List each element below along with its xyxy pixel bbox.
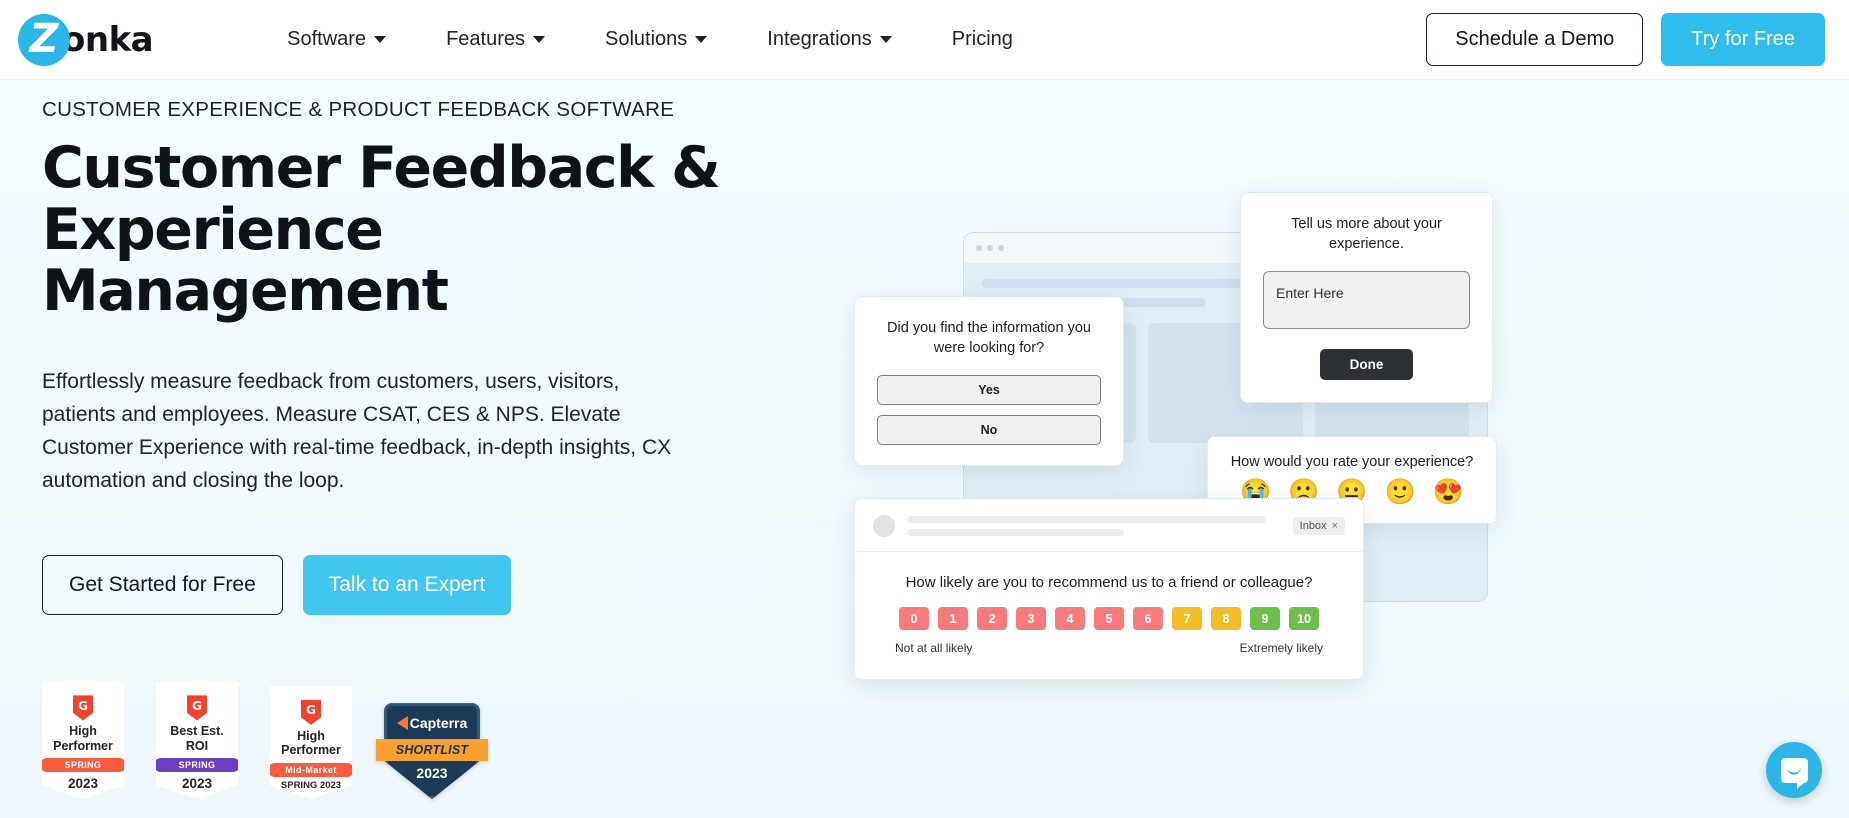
g2-logo-icon bbox=[301, 699, 321, 725]
chat-widget-button[interactable] bbox=[1766, 742, 1822, 798]
nps-label-low: Not at all likely bbox=[895, 641, 973, 655]
inbox-label: Inbox bbox=[1299, 520, 1327, 532]
nps-option-5[interactable]: 5 bbox=[1094, 607, 1124, 630]
window-dot bbox=[976, 245, 982, 251]
badge-capterra-shortlist: Capterra SHORTLIST 2023 bbox=[376, 703, 488, 800]
schedule-demo-button[interactable]: Schedule a Demo bbox=[1426, 13, 1644, 66]
logo-mark-icon: Z bbox=[18, 13, 70, 66]
nav-item-features[interactable]: Features bbox=[416, 18, 575, 61]
nps-card-header: Inbox × bbox=[855, 499, 1363, 543]
nps-scale: 0 1 2 3 4 5 6 7 8 9 10 bbox=[855, 607, 1363, 630]
badge-ribbon: SHORTLIST bbox=[376, 739, 488, 762]
feedback-text-input[interactable]: Enter Here bbox=[1263, 271, 1470, 330]
badge-g2-high-performer-mid-market: High Performer Mid-Market SPRING 2023 bbox=[270, 685, 352, 800]
award-badges: High Performer SPRING 2023 Best Est. ROI… bbox=[42, 681, 782, 800]
badge-title: Best Est. ROI bbox=[170, 724, 224, 753]
avatar bbox=[873, 515, 895, 537]
badge-ribbon: SPRING bbox=[156, 758, 238, 773]
hero-cta-group: Get Started for Free Talk to an Expert bbox=[42, 555, 782, 616]
nav-label: Integrations bbox=[767, 28, 872, 50]
answer-yes-button[interactable]: Yes bbox=[877, 375, 1101, 406]
g2-logo-icon bbox=[73, 695, 93, 721]
g2-logo-icon bbox=[187, 695, 207, 721]
badge-subtitle: SPRING 2023 bbox=[280, 779, 342, 791]
chevron-down-icon bbox=[374, 36, 387, 43]
question-text: Did you find the information you were lo… bbox=[887, 320, 1091, 356]
skeleton-line bbox=[907, 529, 1124, 536]
nps-option-4[interactable]: 4 bbox=[1055, 607, 1085, 630]
nav-label: Pricing bbox=[951, 28, 1013, 50]
badge-ribbon: Mid-Market bbox=[270, 762, 352, 777]
page-root: Z onka Software Features Solutions Integ… bbox=[0, 0, 1849, 818]
done-button[interactable]: Done bbox=[1319, 349, 1414, 381]
badge-title: High Performer bbox=[281, 728, 341, 758]
question-text: How likely are you to recommend us to a … bbox=[905, 574, 1313, 591]
nps-option-2[interactable]: 2 bbox=[977, 607, 1007, 630]
nps-option-9[interactable]: 9 bbox=[1250, 607, 1280, 630]
capterra-arrow-icon bbox=[396, 716, 408, 731]
nav-label: Features bbox=[446, 28, 525, 50]
nps-option-6[interactable]: 6 bbox=[1133, 607, 1163, 630]
nav-label: Software bbox=[287, 28, 367, 50]
chevron-down-icon bbox=[533, 36, 545, 43]
smile-icon bbox=[1787, 767, 1801, 774]
window-dot bbox=[998, 245, 1004, 251]
capterra-brand: Capterra bbox=[384, 715, 480, 731]
site-header: Z onka Software Features Solutions Integ… bbox=[0, 0, 1849, 80]
badge-ribbon: SPRING bbox=[42, 758, 124, 773]
nav-item-solutions[interactable]: Solutions bbox=[575, 18, 737, 61]
hero-illustration: Did you find the information you were lo… bbox=[820, 80, 1849, 818]
nps-option-0[interactable]: 0 bbox=[899, 607, 929, 630]
zonka-logo[interactable]: Z onka bbox=[18, 13, 154, 66]
nps-option-3[interactable]: 3 bbox=[1016, 607, 1046, 630]
skeleton-text-lines bbox=[907, 516, 1281, 536]
page-title: Customer Feedback & Experience Managemen… bbox=[42, 135, 782, 325]
window-dot bbox=[987, 245, 993, 251]
badge-title: High Performer bbox=[53, 724, 113, 753]
badge-g2-best-est-roi: Best Est. ROI SPRING 2023 bbox=[156, 681, 238, 800]
try-for-free-button[interactable]: Try for Free bbox=[1661, 13, 1825, 66]
hero-subtitle: Effortlessly measure feedback from custo… bbox=[42, 369, 672, 493]
logo-letter: Z bbox=[29, 15, 59, 62]
survey-card-find-info: Did you find the information you were lo… bbox=[854, 296, 1124, 467]
get-started-free-button[interactable]: Get Started for Free bbox=[42, 555, 283, 616]
nps-option-1[interactable]: 1 bbox=[938, 607, 968, 630]
nps-option-8[interactable]: 8 bbox=[1211, 607, 1241, 630]
chevron-down-icon bbox=[695, 36, 708, 43]
nav-label: Solutions bbox=[605, 28, 688, 50]
chat-bubble-icon bbox=[1780, 757, 1808, 789]
badge-year: 2023 bbox=[67, 776, 99, 792]
hero-copy: CUSTOMER EXPERIENCE & PRODUCT FEEDBACK S… bbox=[42, 98, 782, 800]
capterra-label: Capterra bbox=[409, 715, 468, 732]
talk-to-expert-button[interactable]: Talk to an Expert bbox=[302, 555, 512, 616]
nps-option-10[interactable]: 10 bbox=[1289, 607, 1319, 630]
nav-item-pricing[interactable]: Pricing bbox=[922, 18, 1043, 61]
question-text: Tell us more about your experience. bbox=[1291, 216, 1442, 252]
answer-no-button[interactable]: No bbox=[877, 415, 1101, 446]
question-text: How would you rate your experience? bbox=[1230, 454, 1474, 470]
badge-g2-high-performer-spring: High Performer SPRING 2023 bbox=[42, 681, 124, 800]
nps-anchor-labels: Not at all likely Extremely likely bbox=[855, 630, 1363, 655]
hero-title-line-1: Customer Feedback & bbox=[42, 135, 721, 201]
badge-year: 2023 bbox=[181, 776, 213, 792]
badge-year: 2023 bbox=[416, 765, 448, 782]
slightly-smiling-face-icon[interactable]: 🙂 bbox=[1385, 480, 1416, 505]
hero-section: CUSTOMER EXPERIENCE & PRODUCT FEEDBACK S… bbox=[0, 80, 1849, 818]
inbox-chip[interactable]: Inbox × bbox=[1292, 517, 1345, 535]
logo-wordmark: onka bbox=[62, 19, 154, 60]
close-icon[interactable]: × bbox=[1332, 520, 1338, 532]
main-nav: Software Features Solutions Integrations… bbox=[257, 18, 1043, 61]
survey-card-nps: Inbox × How likely are you to recommend … bbox=[854, 498, 1364, 680]
header-actions: Schedule a Demo Try for Free bbox=[1426, 13, 1825, 66]
hero-title-line-2: Experience Management bbox=[42, 196, 449, 325]
nps-option-7[interactable]: 7 bbox=[1172, 607, 1202, 630]
hero-eyebrow: CUSTOMER EXPERIENCE & PRODUCT FEEDBACK S… bbox=[42, 98, 675, 121]
heart-eyes-face-icon[interactable]: 😍 bbox=[1433, 480, 1464, 505]
nps-label-high: Extremely likely bbox=[1239, 641, 1323, 655]
nav-item-integrations[interactable]: Integrations bbox=[737, 18, 922, 61]
skeleton-line bbox=[907, 516, 1266, 523]
chevron-down-icon bbox=[879, 36, 892, 43]
nav-item-software[interactable]: Software bbox=[257, 18, 416, 61]
survey-card-tell-more: Tell us more about your experience. Ente… bbox=[1240, 192, 1493, 404]
